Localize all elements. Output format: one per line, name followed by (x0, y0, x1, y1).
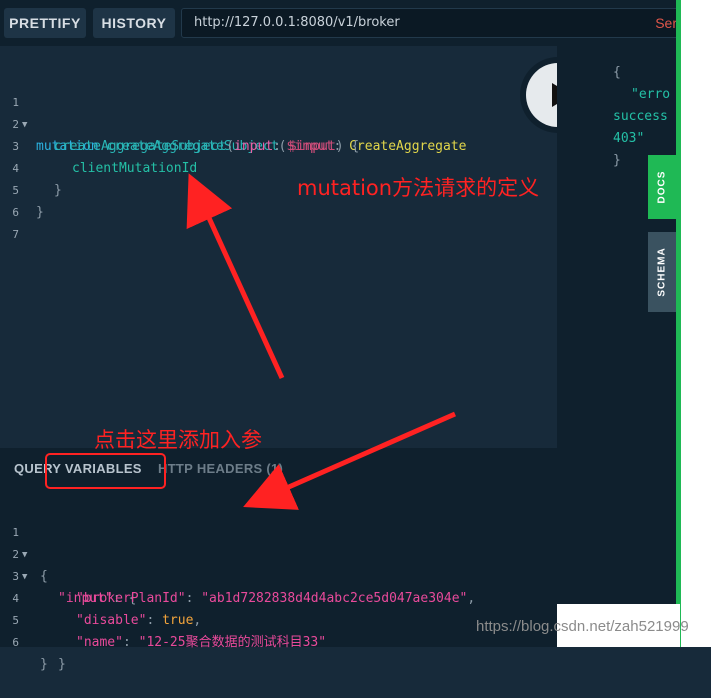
punctuation: } (40, 657, 48, 672)
annotation-arrow-left (243, 411, 457, 510)
watermark: https://blog.csdn.net/zah521999 (476, 618, 689, 635)
annotation-params-note: 点击这里添加入参 (94, 428, 262, 452)
punctuation: } (58, 657, 66, 672)
annotation-highlight-box (45, 453, 166, 489)
annotation-mutation-note: mutation方法请求的定义 (297, 176, 540, 200)
annotation-overlay (45, 173, 457, 510)
annotation-arrow-up (186, 173, 285, 380)
